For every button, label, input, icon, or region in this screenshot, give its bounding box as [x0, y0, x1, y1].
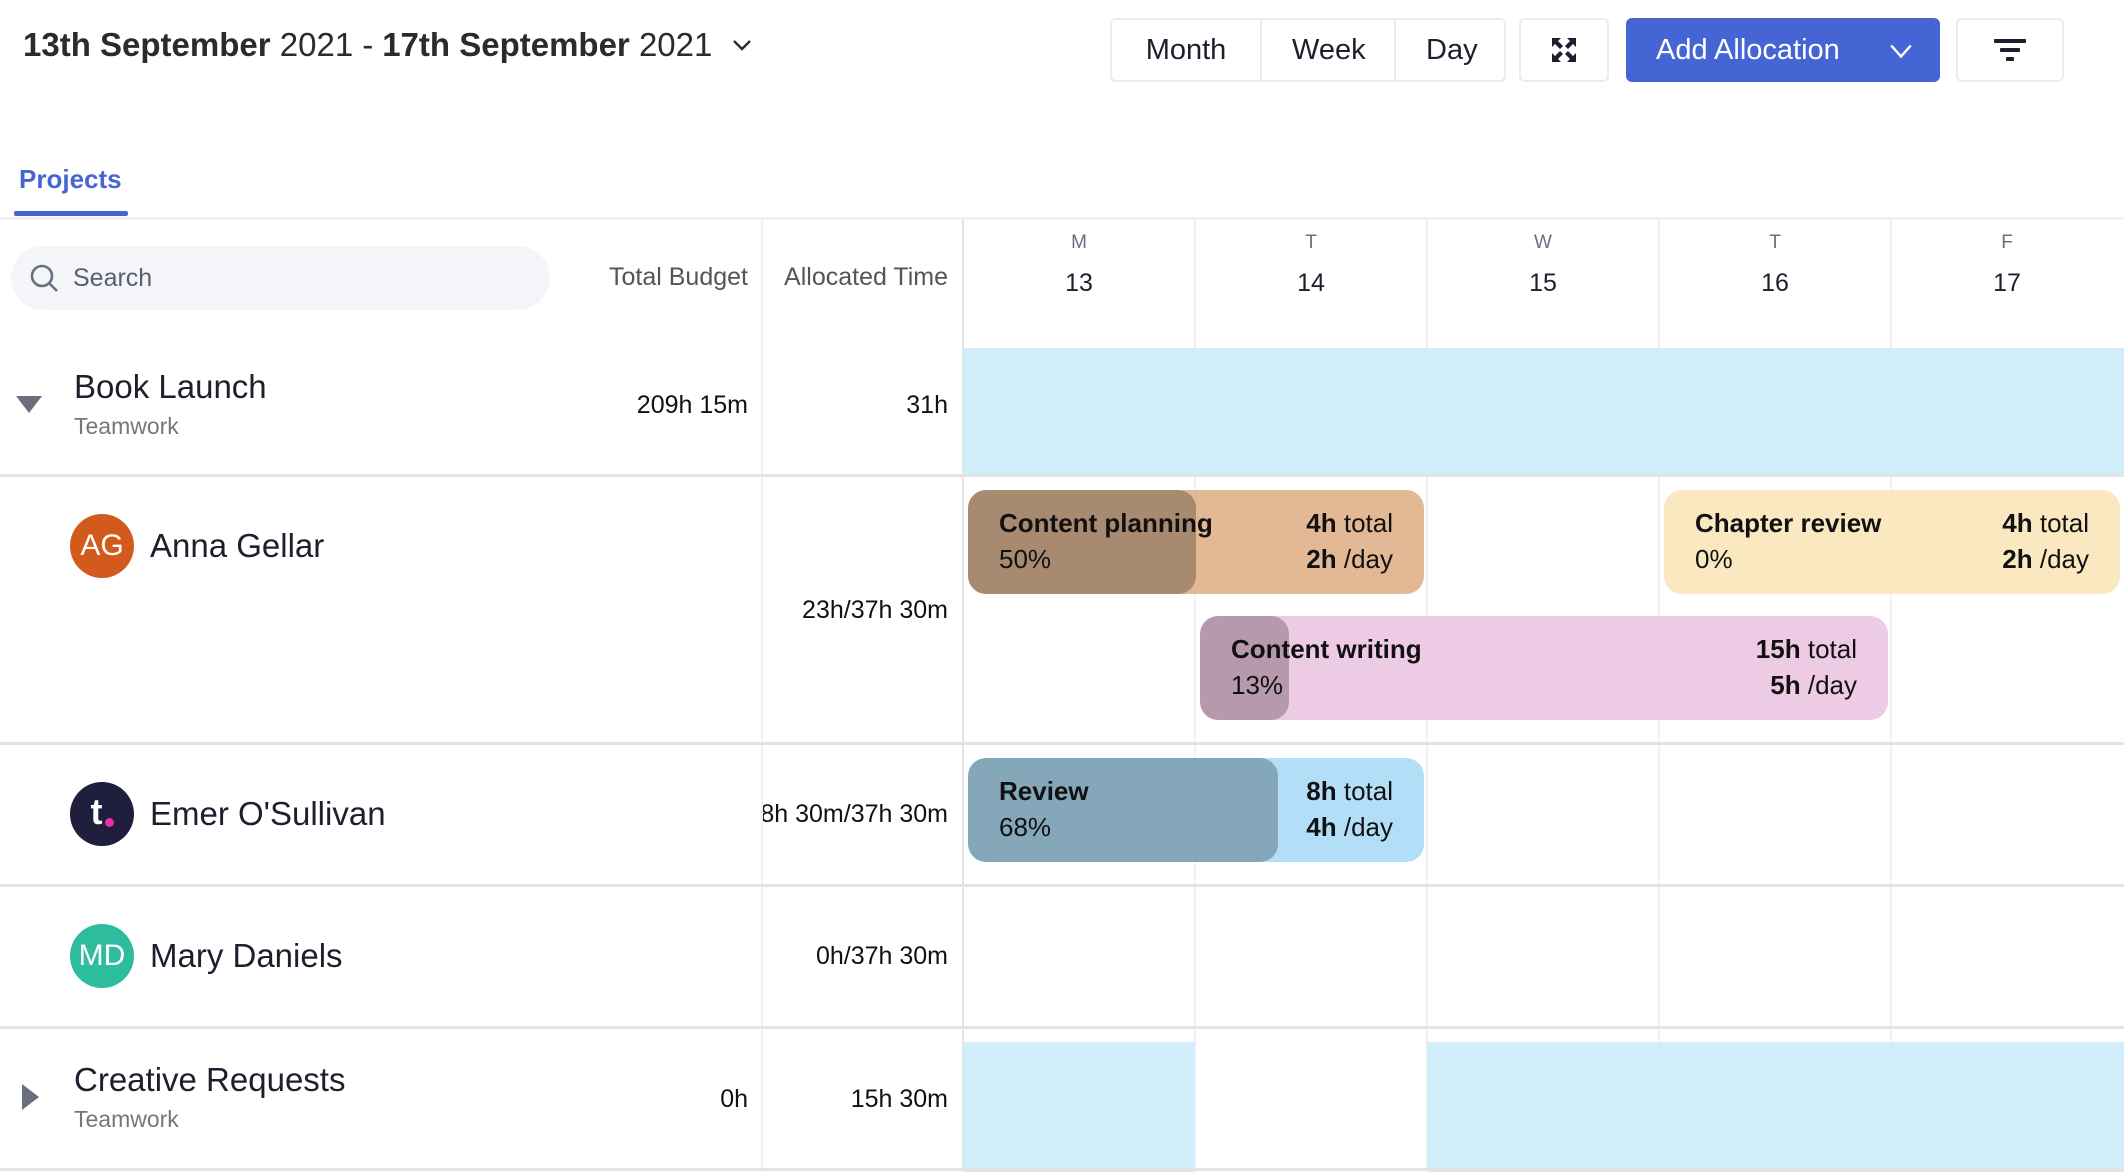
row-divider — [0, 474, 2124, 477]
day-letter: T — [1769, 232, 1781, 253]
allocation-title: Review — [999, 776, 1089, 806]
day-letter: W — [1534, 232, 1552, 253]
filter-button[interactable] — [1956, 18, 2064, 82]
allocation-title: Content planning — [999, 508, 1213, 538]
view-switcher: Month Week Day — [1110, 18, 1506, 82]
day-date: 16 — [1761, 269, 1789, 297]
end-year: 2021 — [638, 26, 713, 63]
allocation-title: Content writing — [1231, 634, 1422, 664]
row-divider — [0, 1026, 2124, 1029]
tab-projects[interactable]: Projects — [14, 160, 127, 199]
add-allocation-button[interactable]: Add Allocation — [1626, 18, 1940, 82]
start-date: 13th September — [23, 26, 271, 63]
allocation-progress-label: 50% — [999, 544, 1052, 574]
day-letter: T — [1305, 232, 1317, 253]
allocation-progress — [968, 758, 1279, 862]
date-range-picker[interactable]: 13th September 2021 - 17th September 202… — [23, 26, 754, 64]
date-separator: - — [362, 26, 374, 63]
project-availability-band — [1427, 1042, 2124, 1172]
project-allocated-time: 15h 30m — [850, 1085, 948, 1113]
project-name[interactable]: Book Launch — [74, 368, 267, 406]
allocation-per-day: 5h /day — [1770, 670, 1857, 700]
chevron-down-icon — [733, 40, 752, 51]
allocation-total: 8h total — [1306, 776, 1393, 806]
person-allocated-time: 8h 30m/37h 30m — [763, 800, 948, 828]
avatar: AG — [70, 514, 134, 578]
project-source: Teamwork — [74, 413, 179, 439]
project-allocated-time: 31h — [906, 391, 948, 419]
column-divider — [761, 220, 763, 1172]
allocation-progress-label: 68% — [999, 812, 1052, 842]
day-date: 17 — [1993, 269, 2021, 297]
person-name[interactable]: Anna Gellar — [150, 527, 324, 565]
search-box — [11, 246, 550, 310]
person-allocated-time: 0h/37h 30m — [815, 942, 948, 970]
allocation-bar[interactable]: Content planning 50% 4h total 2h /day — [968, 490, 1424, 594]
day-header: W 15 — [1427, 232, 1659, 298]
project-source: Teamwork — [74, 1106, 179, 1132]
project-name[interactable]: Creative Requests — [74, 1061, 345, 1099]
allocation-title: Chapter review — [1695, 508, 1882, 538]
person-name[interactable]: Emer O'Sullivan — [150, 795, 386, 833]
allocation-progress — [1200, 616, 1290, 720]
allocation-progress-label: 0% — [1695, 544, 1733, 574]
allocation-bar[interactable]: Chapter review 0% 4h total 2h /day — [1664, 490, 2120, 594]
chevron-down-icon[interactable] — [1888, 38, 1914, 64]
day-date: 13 — [1065, 269, 1093, 297]
start-year: 2021 — [279, 26, 354, 63]
column-header-allocated-time[interactable]: Allocated Time — [784, 263, 948, 292]
row-divider — [0, 742, 2124, 745]
day-header: T 16 — [1659, 232, 1891, 298]
caret-right-icon[interactable] — [22, 1084, 40, 1110]
allocation-bar[interactable]: Review 68% 8h total 4h /day — [968, 758, 1424, 862]
avatar: MD — [70, 924, 134, 988]
day-date: 14 — [1297, 269, 1325, 297]
row-divider — [0, 884, 2124, 887]
allocation-progress — [968, 490, 1196, 594]
project-availability-band — [963, 348, 2124, 474]
column-header-total-budget[interactable]: Total Budget — [609, 263, 748, 292]
view-month-button[interactable]: Month — [1112, 20, 1260, 80]
person-allocated-time: 23h/37h 30m — [802, 596, 948, 624]
day-date: 15 — [1529, 269, 1557, 297]
allocation-per-day: 2h /day — [2002, 544, 2089, 574]
allocation-per-day: 2h /day — [1306, 544, 1393, 574]
project-total-budget: 209h 15m — [636, 391, 748, 419]
search-icon — [30, 264, 58, 292]
view-week-button[interactable]: Week — [1260, 20, 1394, 80]
day-header: T 14 — [1195, 232, 1427, 298]
day-header: M 13 — [963, 232, 1195, 298]
allocation-bar[interactable]: Content writing 13% 15h total 5h /day — [1200, 616, 1888, 720]
person-name[interactable]: Mary Daniels — [150, 937, 343, 975]
add-allocation-label: Add Allocation — [1656, 33, 1840, 66]
caret-down-icon[interactable] — [16, 396, 42, 414]
fullscreen-button[interactable] — [1519, 18, 1609, 82]
search-input[interactable] — [73, 263, 513, 293]
allocation-per-day: 4h /day — [1306, 812, 1393, 842]
allocation-total: 4h total — [2002, 508, 2089, 538]
day-letter: M — [1071, 232, 1087, 253]
day-letter: F — [2001, 232, 2013, 253]
day-header: F 17 — [1891, 232, 2123, 298]
row-divider — [0, 1168, 2124, 1171]
view-day-button[interactable]: Day — [1394, 20, 1504, 80]
project-availability-band — [963, 1042, 1195, 1172]
allocation-total: 4h total — [1306, 508, 1393, 538]
avatar: t — [70, 782, 134, 846]
expand-arrows-icon — [1552, 38, 1576, 62]
project-total-budget: 0h — [720, 1085, 748, 1113]
tab-divider — [0, 217, 2124, 220]
allocation-total: 15h total — [1755, 634, 1857, 664]
active-tab-indicator — [14, 211, 128, 216]
allocation-progress-label: 13% — [1231, 670, 1284, 700]
filter-icon — [1994, 39, 2026, 61]
end-date: 17th September — [382, 26, 630, 63]
